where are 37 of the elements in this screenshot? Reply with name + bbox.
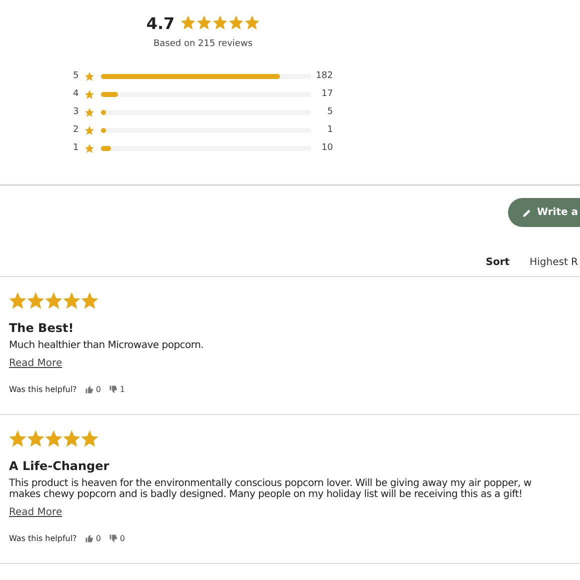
rating-count: 10 — [320, 143, 333, 153]
sort-select[interactable]: Highest R — [530, 257, 578, 268]
read-more-link[interactable]: Read More — [9, 507, 62, 518]
thumbs-down-icon — [108, 385, 118, 394]
rating-count: 1 — [326, 125, 333, 135]
thumbs-up-button[interactable]: 0 — [84, 534, 101, 543]
helpful-label: Was this helpful? — [9, 385, 77, 394]
star-level-label: 5 — [73, 71, 80, 81]
thumbs-up-icon — [84, 385, 94, 394]
thumbs-down-button[interactable]: 1 — [108, 385, 125, 394]
pencil-icon — [522, 208, 532, 218]
review-body: This product is heaven for the environmentally conscious popcorn lover. Will be giving away my air popper, w makes chewy popcorn and is badly designed. Many people on my holiday list will be receiving this as a gift! — [9, 478, 532, 500]
star-level-label: 3 — [73, 107, 80, 117]
star-icon — [84, 142, 95, 154]
review-count: Based on 215 reviews — [153, 39, 253, 49]
sort-label: Sort — [486, 257, 510, 268]
rating-count: 182 — [314, 71, 333, 81]
review-title: A Life-Changer — [9, 459, 110, 473]
thumbs-up-icon — [84, 534, 94, 543]
star-icon — [84, 88, 95, 100]
star-icon — [84, 106, 95, 118]
star-icon — [84, 70, 95, 82]
star-level-label: 4 — [73, 89, 80, 99]
thumbs-up-button[interactable]: 0 — [84, 385, 101, 394]
rating-count: 5 — [326, 107, 333, 117]
star-level-label: 1 — [73, 143, 80, 153]
read-more-link[interactable]: Read More — [9, 358, 62, 369]
rating-count: 17 — [320, 89, 333, 99]
write-review-button[interactable]: Write a — [508, 198, 580, 227]
review-body: Much healthier than Microwave popcorn. — [9, 340, 205, 351]
thumbs-down-button[interactable]: 0 — [108, 534, 125, 543]
thumbs-down-icon — [108, 534, 118, 543]
helpful-label: Was this helpful? — [9, 534, 77, 543]
star-icon — [84, 124, 95, 136]
review-title: The Best! — [9, 321, 75, 335]
star-level-label: 2 — [73, 125, 80, 135]
average-rating: 4.7 — [146, 14, 175, 33]
